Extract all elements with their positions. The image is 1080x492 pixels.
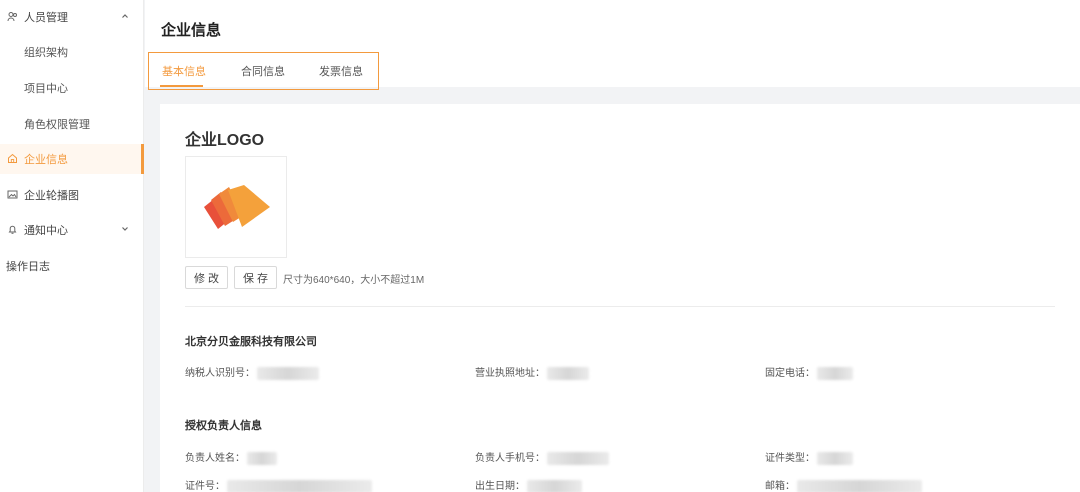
id-number-field: 证件号： (185, 477, 372, 492)
sidebar-item-people-management[interactable]: 人员管理 (0, 2, 144, 32)
sidebar-item-label: 企业轮播图 (24, 190, 79, 202)
company-info-card: 企业LOGO 修 改 保 存 尺寸为640*640，大小不超过1M 北京分贝金服… (160, 104, 1080, 492)
people-icon (7, 11, 18, 22)
tab-basic-info[interactable]: 基本信息 (162, 63, 206, 79)
company-name: 北京分贝金服科技有限公司 (185, 336, 317, 348)
redacted-value (797, 479, 922, 492)
sidebar-item-org-structure[interactable]: 组织架构 (0, 37, 144, 67)
sidebar-item-label: 角色权限管理 (24, 119, 90, 131)
chevron-up-icon[interactable] (120, 11, 130, 21)
field-label: 证件号： (185, 481, 225, 492)
authorized-person-title: 授权负责人信息 (185, 420, 262, 432)
id-type-field: 证件类型： (765, 449, 853, 465)
sidebar-item-notification-center[interactable]: 通知中心 (0, 215, 144, 245)
redacted-value (547, 451, 609, 465)
sidebar-item-label: 企业信息 (24, 154, 68, 166)
tab-contract-info[interactable]: 合同信息 (241, 63, 285, 79)
birth-date-field: 出生日期： (475, 477, 582, 492)
sidebar: 人员管理 组织架构 项目中心 角色权限管理 企业信息 企业轮播图 通知中心 操作… (0, 0, 144, 492)
chevron-down-icon[interactable] (120, 224, 130, 234)
sidebar-item-label: 项目中心 (24, 83, 68, 95)
principal-name-field: 负责人姓名： (185, 449, 277, 465)
save-button[interactable]: 保 存 (234, 266, 277, 289)
sidebar-item-label: 操作日志 (6, 261, 50, 273)
field-label: 出生日期： (475, 481, 525, 492)
redacted-value (817, 451, 853, 465)
field-label: 邮箱： (765, 481, 795, 492)
redacted-value (817, 366, 853, 380)
section-divider (185, 306, 1055, 307)
logo-size-hint: 尺寸为640*640，大小不超过1M (283, 275, 425, 286)
redacted-value (547, 366, 589, 380)
redacted-value (257, 366, 319, 380)
home-icon (7, 153, 18, 164)
sidebar-item-label: 通知中心 (24, 225, 68, 237)
sidebar-item-company-carousel[interactable]: 企业轮播图 (0, 180, 144, 210)
tab-bar: 基本信息 合同信息 发票信息 (148, 52, 379, 90)
page-header: 企业信息 基本信息 合同信息 发票信息 (145, 0, 1080, 90)
sidebar-item-label: 组织架构 (24, 47, 68, 59)
redacted-value (227, 479, 372, 492)
business-license-address-field: 营业执照地址： (475, 364, 589, 380)
taxpayer-id-field: 纳税人识别号： (185, 364, 319, 380)
image-icon (7, 189, 18, 200)
company-logo (185, 156, 287, 258)
field-label: 负责人姓名： (185, 453, 245, 464)
sidebar-item-role-permissions[interactable]: 角色权限管理 (0, 109, 144, 139)
field-label: 营业执照地址： (475, 368, 545, 379)
page-title: 企业信息 (161, 22, 222, 39)
company-logo-icon (204, 185, 270, 229)
sidebar-item-label: 人员管理 (24, 12, 68, 24)
tab-invoice-info[interactable]: 发票信息 (319, 63, 363, 79)
bell-icon (7, 224, 18, 235)
sidebar-item-operation-log[interactable]: 操作日志 (0, 251, 144, 281)
modify-button[interactable]: 修 改 (185, 266, 228, 289)
sidebar-item-project-center[interactable]: 项目中心 (0, 73, 144, 103)
landline-phone-field: 固定电话： (765, 364, 853, 380)
email-field: 邮箱： (765, 477, 922, 492)
active-tab-indicator (160, 85, 203, 87)
logo-section-title: 企业LOGO (185, 132, 265, 149)
principal-phone-field: 负责人手机号： (475, 449, 609, 465)
redacted-value (247, 451, 277, 465)
field-label: 证件类型： (765, 453, 815, 464)
field-label: 固定电话： (765, 368, 815, 379)
redacted-value (527, 479, 582, 492)
sidebar-item-company-info[interactable]: 企业信息 (0, 144, 144, 174)
field-label: 纳税人识别号： (185, 368, 255, 379)
field-label: 负责人手机号： (475, 453, 545, 464)
